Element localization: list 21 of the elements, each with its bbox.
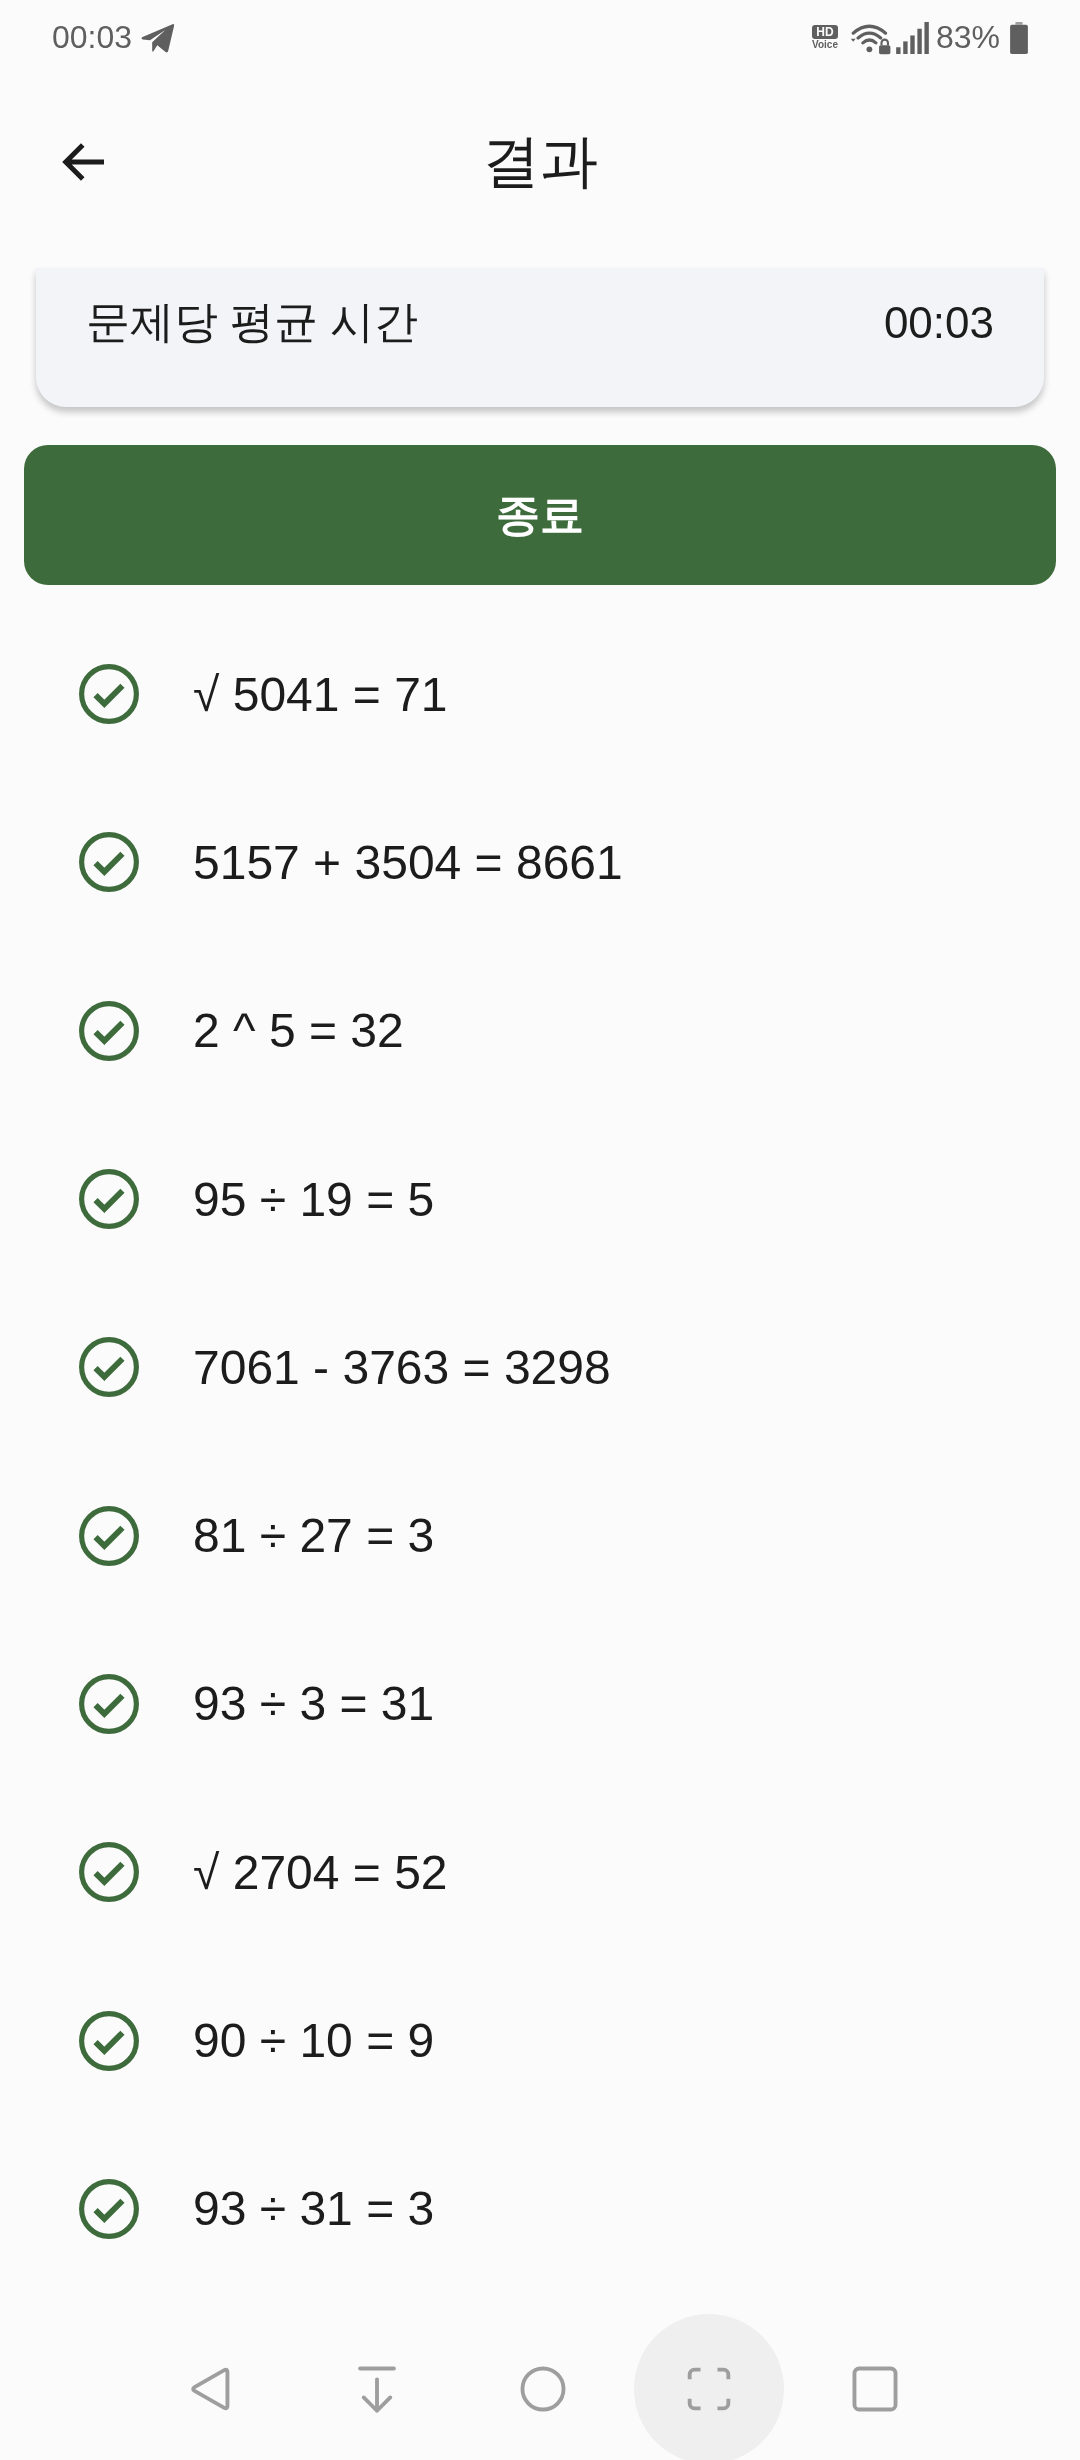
equation-text: 93 ÷ 3 = 31 — [193, 1676, 435, 1732]
status-time: 00:03 — [52, 19, 133, 56]
equation-text: 7061 - 3763 = 3298 — [193, 1339, 611, 1395]
equation-text: 2 ^ 5 = 32 — [193, 1003, 404, 1059]
page-title: 결과 — [482, 126, 598, 195]
paper-plane-icon — [140, 21, 177, 54]
equation-text: √ 2704 = 52 — [193, 1844, 448, 1900]
battery-icon — [1010, 21, 1028, 54]
equation-text: 90 ÷ 10 = 9 — [193, 2013, 435, 2068]
summary-label: 문제당 평균 시간 — [86, 296, 419, 348]
finish-button[interactable]: 종료 — [24, 445, 1056, 585]
summary-value: 00:03 — [883, 297, 994, 348]
equation-text: 95 ÷ 19 = 5 — [193, 1171, 435, 1227]
equation-text: 81 ÷ 27 = 3 — [193, 1508, 435, 1564]
signal-bars-icon — [895, 21, 930, 54]
equation-text: 5157 + 3504 = 8661 — [193, 834, 623, 890]
voice-label: Voice — [812, 40, 838, 50]
equation-text: 93 ÷ 31 = 3 — [193, 2181, 435, 2237]
equation-text: √ 5041 = 71 — [193, 666, 448, 722]
hd-badge: HD — [812, 25, 838, 39]
battery-percent: 83% — [935, 19, 1000, 56]
